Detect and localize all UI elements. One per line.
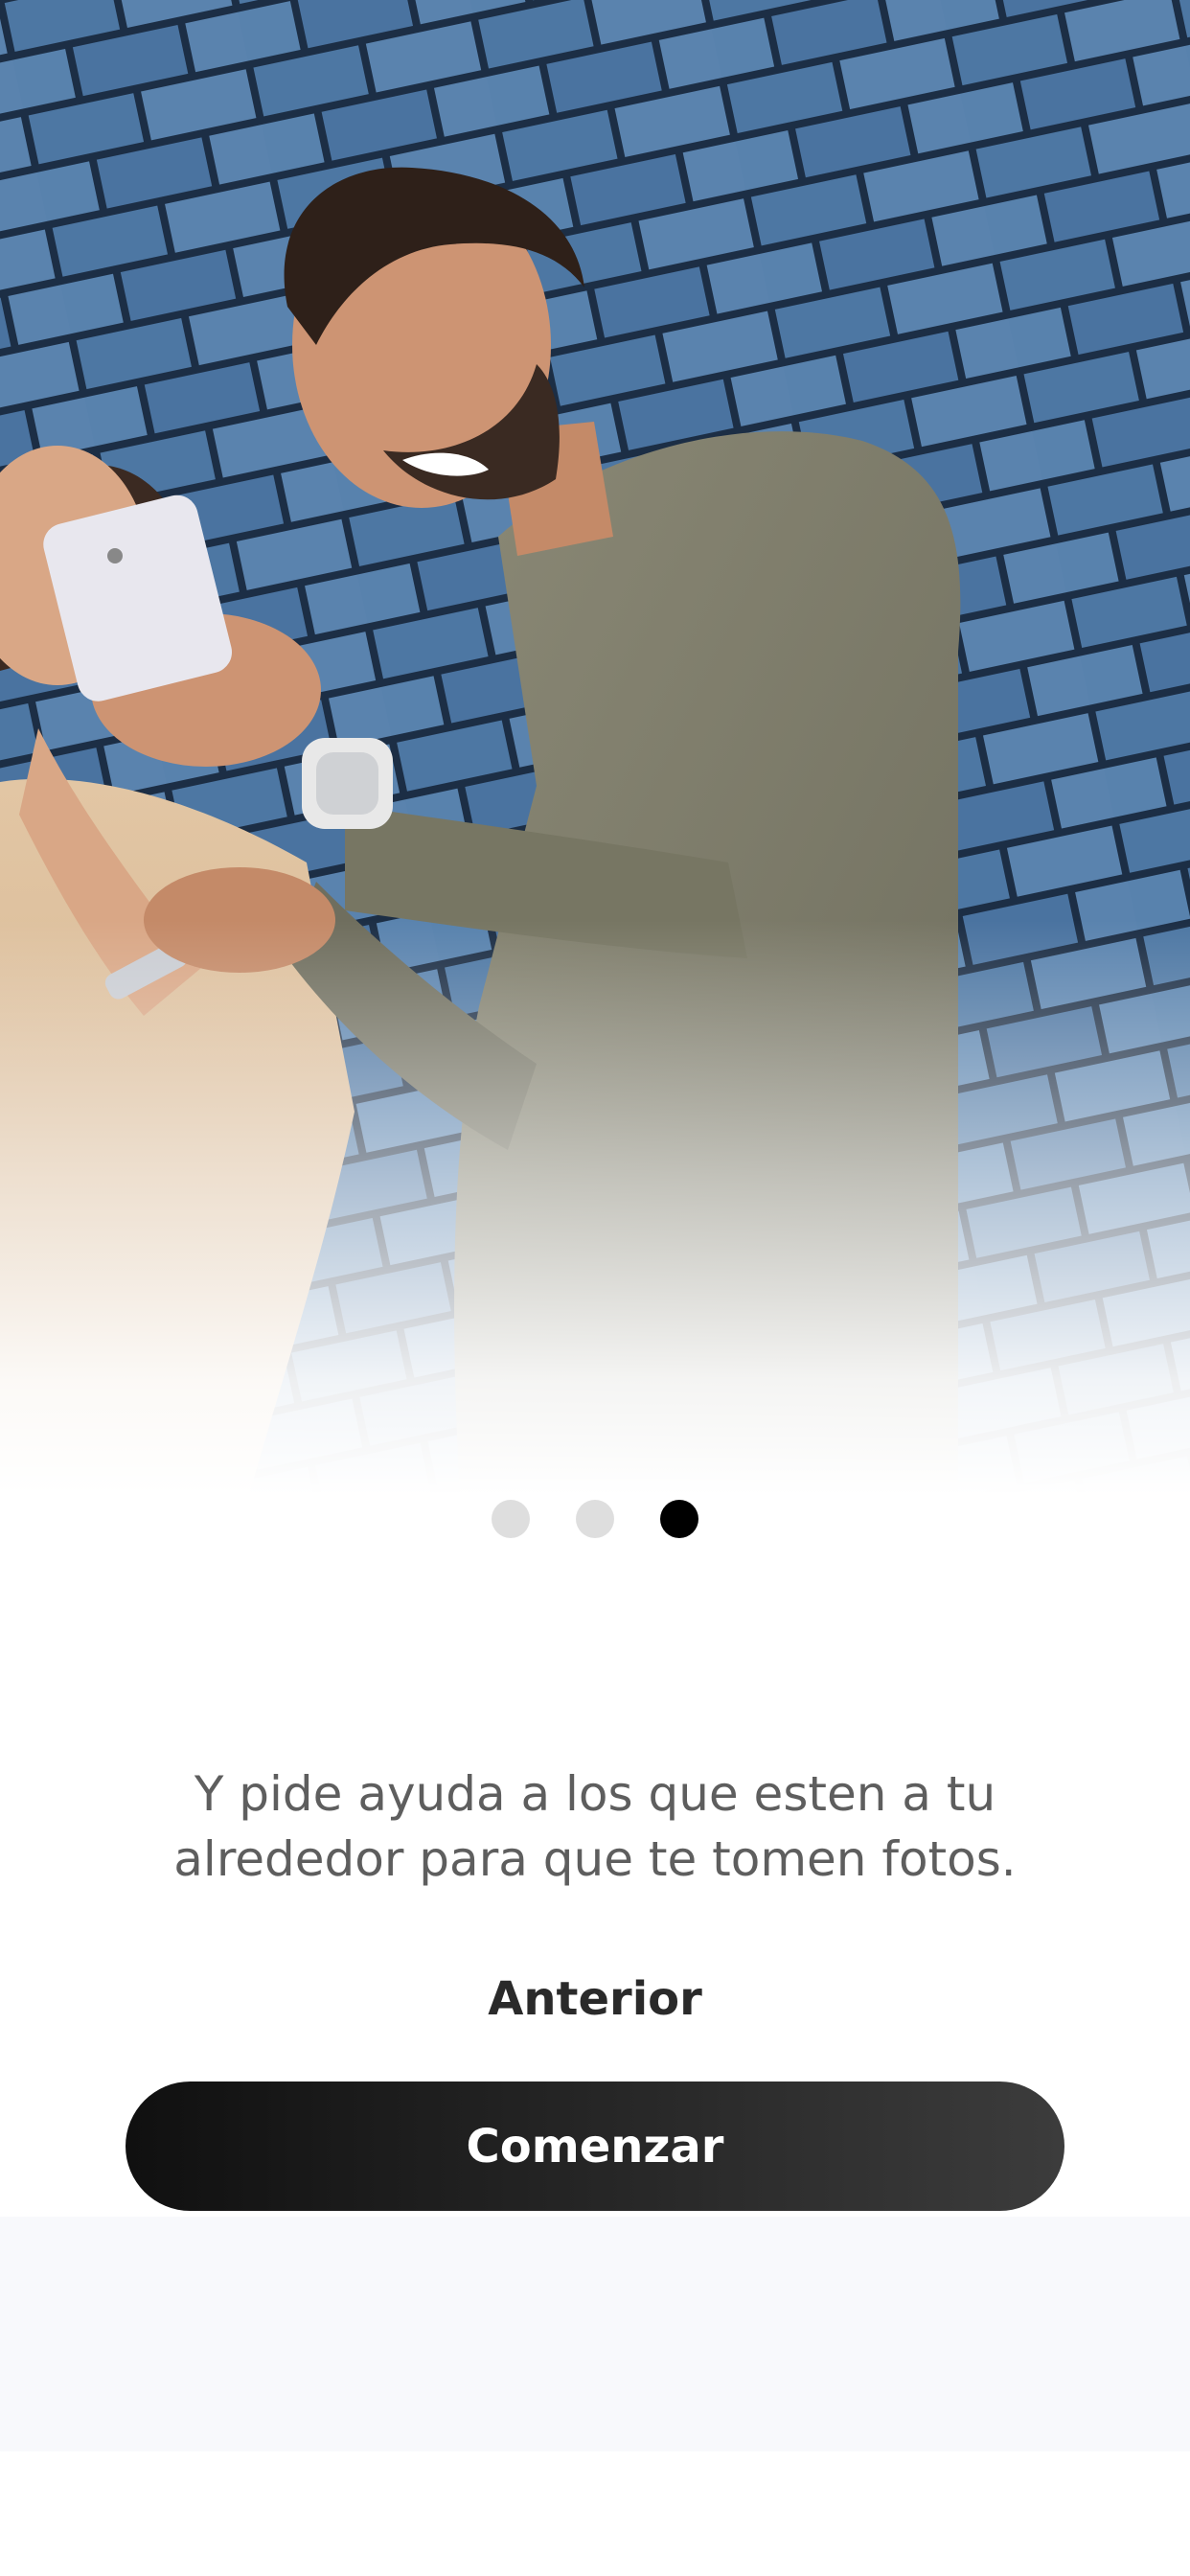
previous-button[interactable]: Anterior: [0, 1965, 1190, 2034]
start-button[interactable]: Comenzar: [126, 2082, 1064, 2211]
hero-photo: [0, 0, 1190, 1495]
page-indicator: [0, 1498, 1190, 1540]
onboarding-message: Y pide ayuda a los que esten a tu alrede…: [0, 1761, 1190, 1892]
message-line-2: alrededor para que te tomen fotos.: [173, 1831, 1017, 1887]
hero-illustration: [0, 0, 1190, 1495]
page-dot-3-active[interactable]: [660, 1500, 698, 1538]
start-button-label: Comenzar: [466, 2119, 724, 2174]
page-dot-2[interactable]: [576, 1500, 614, 1538]
bottom-panel: [0, 2217, 1190, 2451]
page-dot-1[interactable]: [492, 1500, 530, 1538]
message-line-1: Y pide ayuda a los que esten a tu: [194, 1766, 996, 1822]
